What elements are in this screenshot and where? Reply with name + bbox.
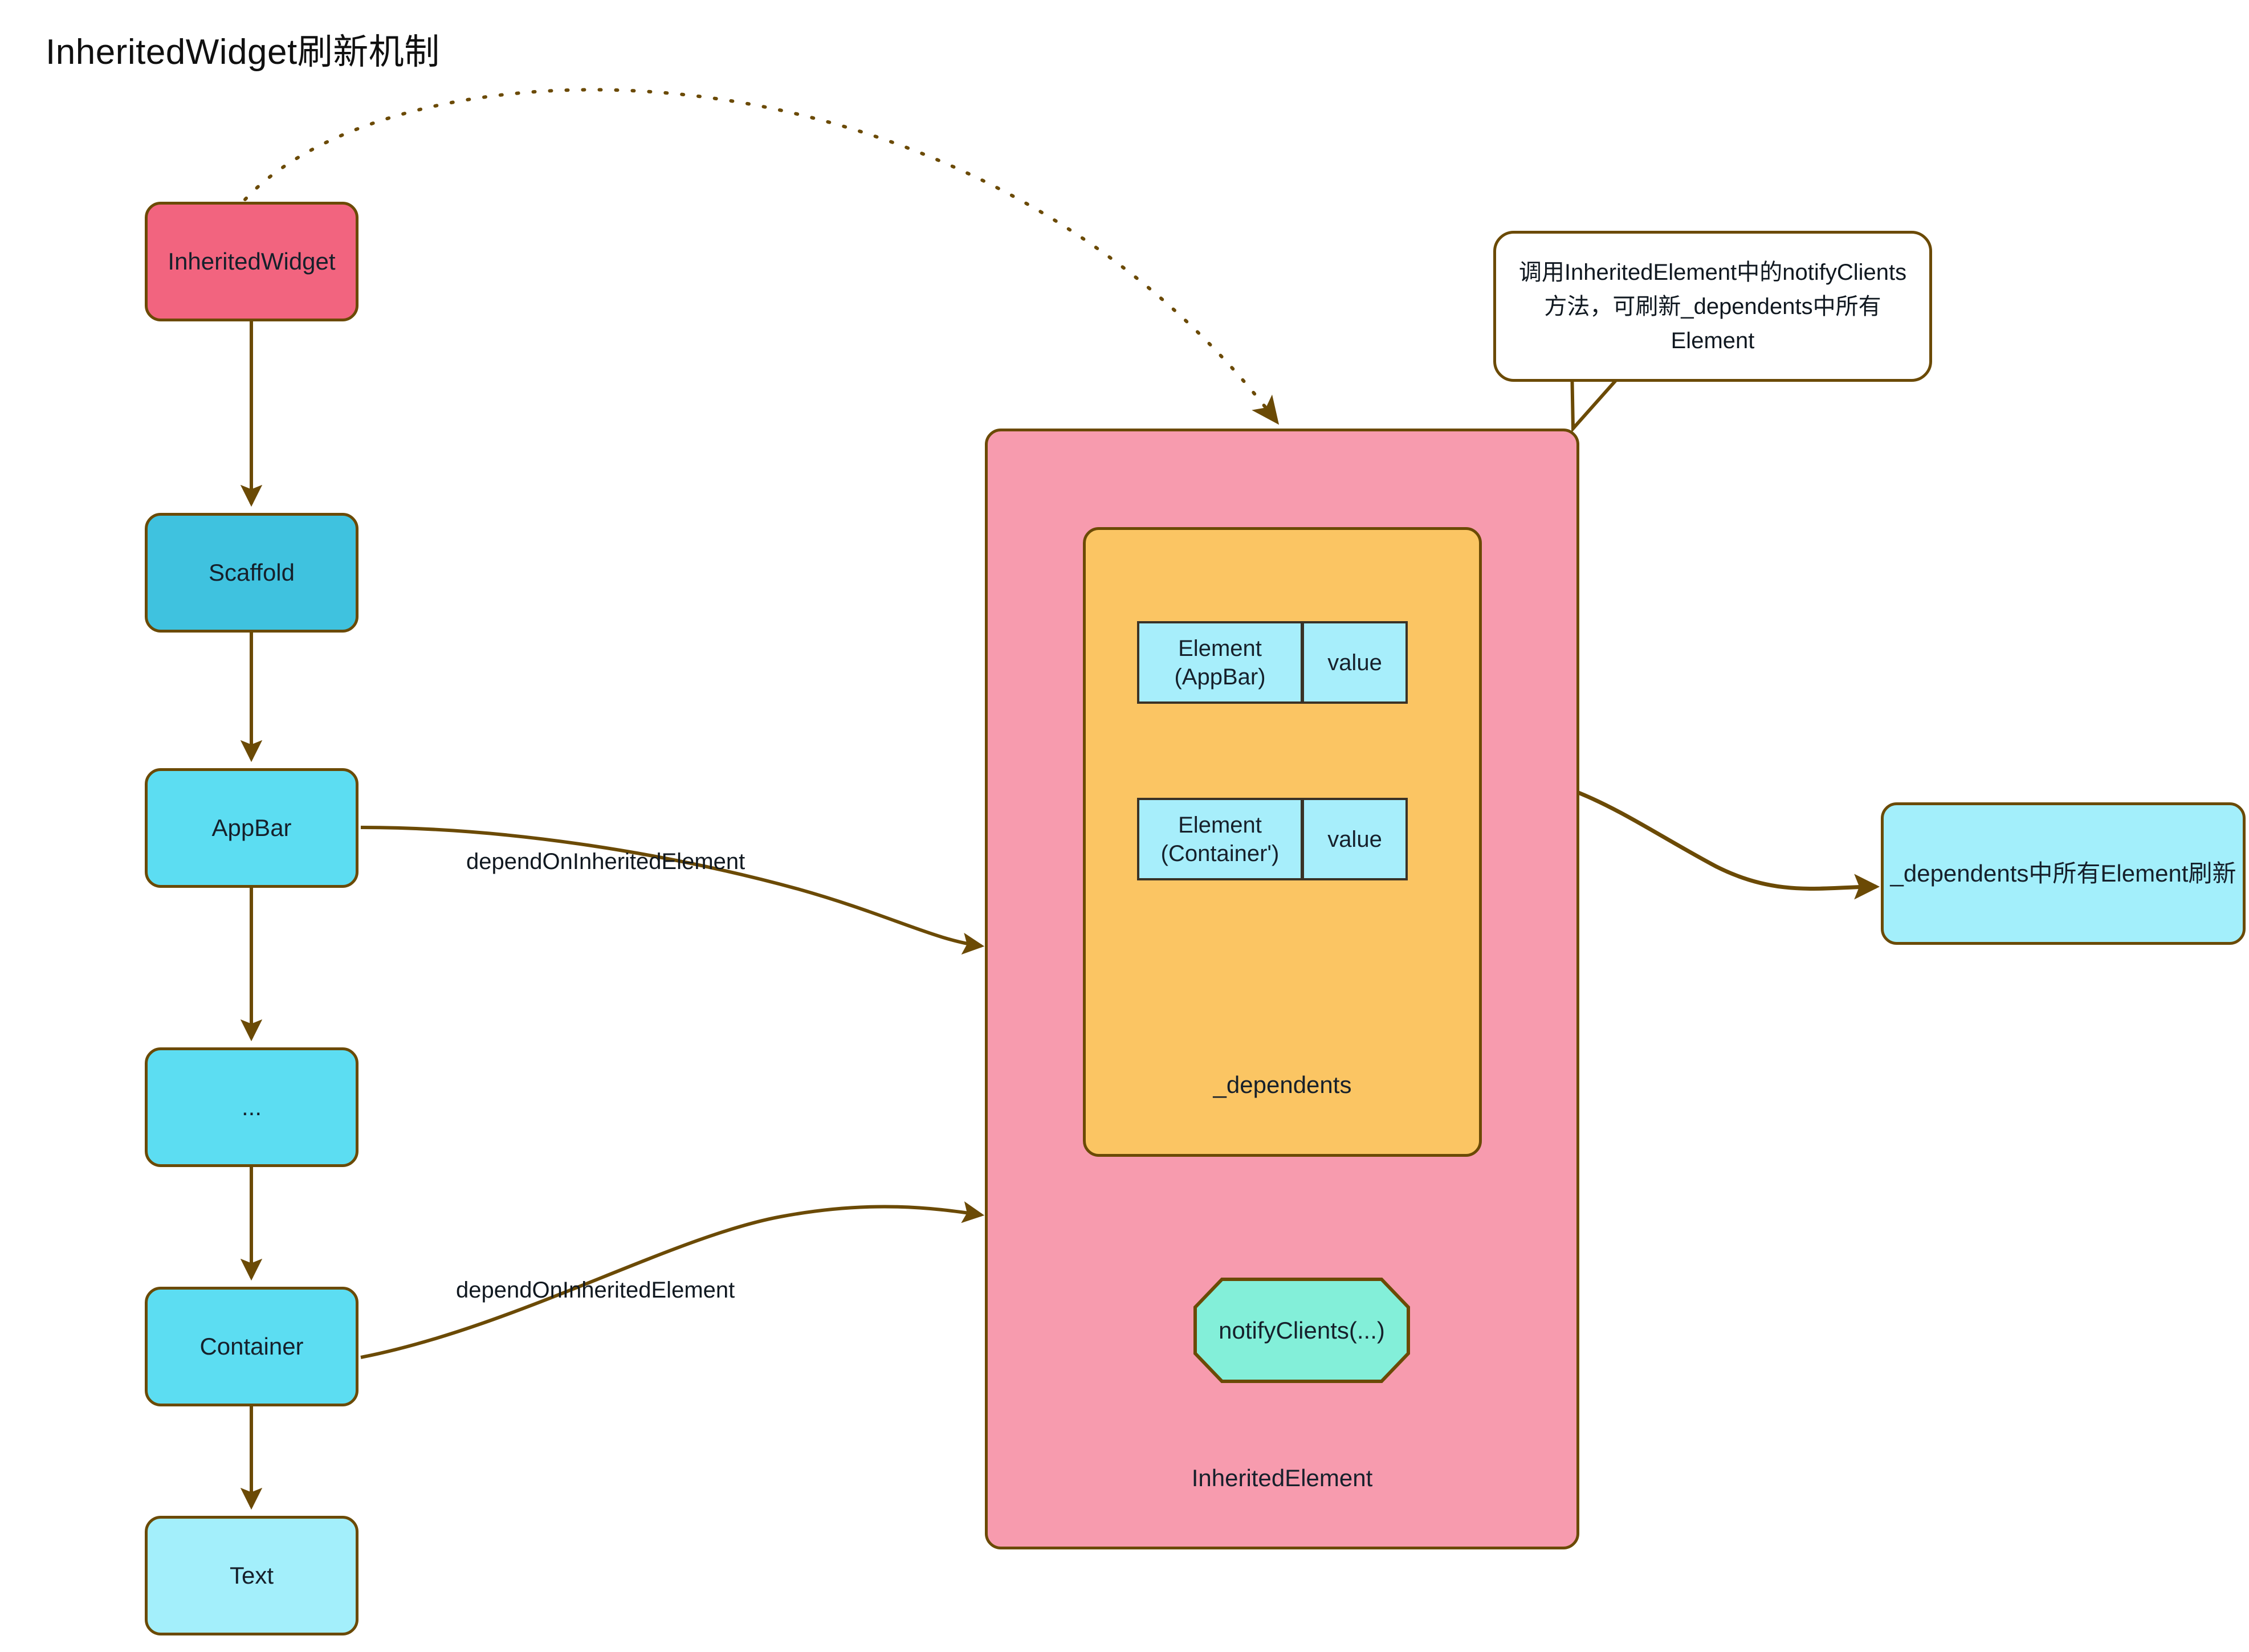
node-dependents-refresh-result[interactable]: _dependents中所有Element刷新 [1881, 802, 2246, 945]
edge-appbar-dependon [360, 826, 985, 955]
edge-label-depend-on-inherited-element-container: dependOnInheritedElement [456, 1278, 735, 1303]
dependents-row-container[interactable]: Element (Container') value [1137, 798, 1408, 880]
dependents-row-value: value [1302, 621, 1408, 704]
callout-text: 调用InheritedElement中的notifyClients方法，可刷新_… [1518, 259, 1907, 353]
node-appbar[interactable]: AppBar [145, 768, 358, 888]
dependents-row-key-line1: Element [1178, 812, 1262, 838]
dependents-row-key-line2: (AppBar) [1174, 664, 1266, 690]
node-label: Container [199, 1332, 304, 1360]
diagram-canvas: InheritedWidget刷新机制 InheritedWidget Scaf… [0, 0, 2249, 1652]
dependents-row-value: value [1302, 798, 1408, 880]
node-label: _dependents中所有Element刷新 [1890, 859, 2236, 887]
dependents-row-key: Element (Container') [1137, 798, 1302, 880]
node-label: ... [241, 1093, 262, 1120]
dependents-label: _dependents [1213, 1071, 1352, 1098]
inherited-element-label: InheritedElement [1191, 1465, 1373, 1491]
dependents-row-key-line1: Element [1178, 635, 1262, 661]
node-label: AppBar [211, 814, 292, 841]
dependents-row-appbar[interactable]: Element (AppBar) value [1137, 621, 1408, 704]
node-label: Scaffold [209, 558, 295, 586]
node-ellipsis[interactable]: ... [145, 1047, 358, 1167]
node-notify-clients[interactable]: notifyClients(...) [1193, 1278, 1410, 1383]
node-label: Text [229, 1561, 274, 1589]
dependents-row-key-line2: (Container') [1160, 841, 1280, 866]
callout-notify-clients: 调用InheritedElement中的notifyClients方法，可刷新_… [1493, 231, 1932, 382]
page-title: InheritedWidget刷新机制 [46, 32, 440, 72]
node-label: InheritedWidget [168, 247, 336, 275]
node-text[interactable]: Text [145, 1516, 358, 1635]
node-label: notifyClients(...) [1219, 1316, 1385, 1344]
dependents-row-key: Element (AppBar) [1137, 621, 1302, 704]
node-scaffold[interactable]: Scaffold [145, 513, 358, 633]
edge-label-depend-on-inherited-element-appbar: dependOnInheritedElement [466, 849, 745, 874]
node-inherited-widget[interactable]: InheritedWidget [145, 202, 358, 321]
node-container[interactable]: Container [145, 1287, 358, 1406]
edge-inheritedwidget-to-inheritedelement-dotted [243, 88, 1280, 425]
